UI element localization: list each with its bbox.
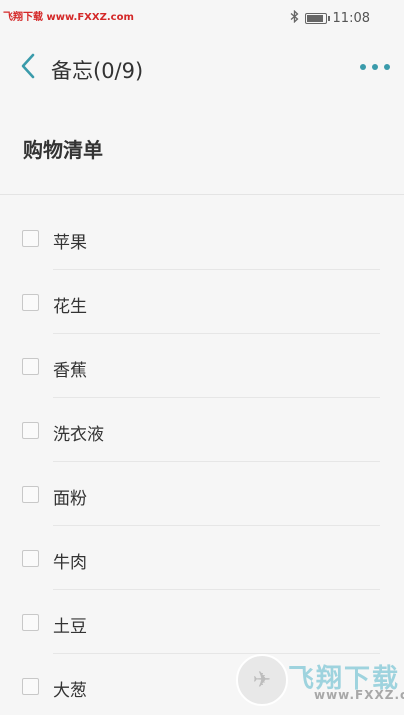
list-item[interactable]: 牛肉 [0,526,404,590]
status-time: 11:08 [332,10,370,26]
divider [0,194,404,195]
list-item[interactable]: 花生 [0,270,404,334]
checkbox[interactable] [22,614,39,631]
checkbox[interactable] [22,294,39,311]
item-label[interactable]: 洗衣液 [53,420,104,445]
list-item[interactable]: 土豆 [0,590,404,654]
checkbox[interactable] [22,230,39,247]
more-dots-icon[interactable] [360,58,390,76]
checkbox[interactable] [22,422,39,439]
checkbox[interactable] [22,550,39,567]
list-item[interactable]: 香蕉 [0,334,404,398]
app-header: 备忘(0/9) [0,36,404,100]
item-label[interactable]: 大葱 [53,676,87,701]
status-bar: 飞翔下载 www.FXXZ.com 11:08 [0,0,404,36]
watermark-url: www.FXXZ.com [314,688,404,702]
chevron-left-icon[interactable] [14,50,42,82]
item-label[interactable]: 面粉 [53,484,87,509]
item-label[interactable]: 苹果 [53,228,87,253]
watermark-logo-icon: ✈ [236,654,288,706]
bluetooth-icon [290,9,299,26]
item-label[interactable]: 香蕉 [53,356,87,381]
battery-icon [304,12,330,24]
watermark-text: 飞翔下载 www.FXXZ.com [3,12,134,23]
item-label[interactable]: 土豆 [53,612,87,637]
list-item[interactable]: 洗衣液 [0,398,404,462]
checkbox[interactable] [22,486,39,503]
app-screen: 飞翔下载 www.FXXZ.com 11:08 备忘(0/9) 购物清单 苹果 … [0,0,404,715]
item-label[interactable]: 花生 [53,292,87,317]
watermark-badge: ✈ 飞翔下载 www.FXXZ.com [236,654,404,715]
checkbox[interactable] [22,678,39,695]
page-title: 备忘(0/9) [51,59,144,83]
checklist: 苹果 花生 香蕉 洗衣液 面粉 牛肉 土豆 大葱 [0,206,404,715]
status-indicators: 11:08 [290,9,370,26]
note-title[interactable]: 购物清单 [23,134,103,163]
checkbox[interactable] [22,358,39,375]
list-item[interactable]: 苹果 [0,206,404,270]
list-item[interactable]: 面粉 [0,462,404,526]
item-label[interactable]: 牛肉 [53,548,87,573]
